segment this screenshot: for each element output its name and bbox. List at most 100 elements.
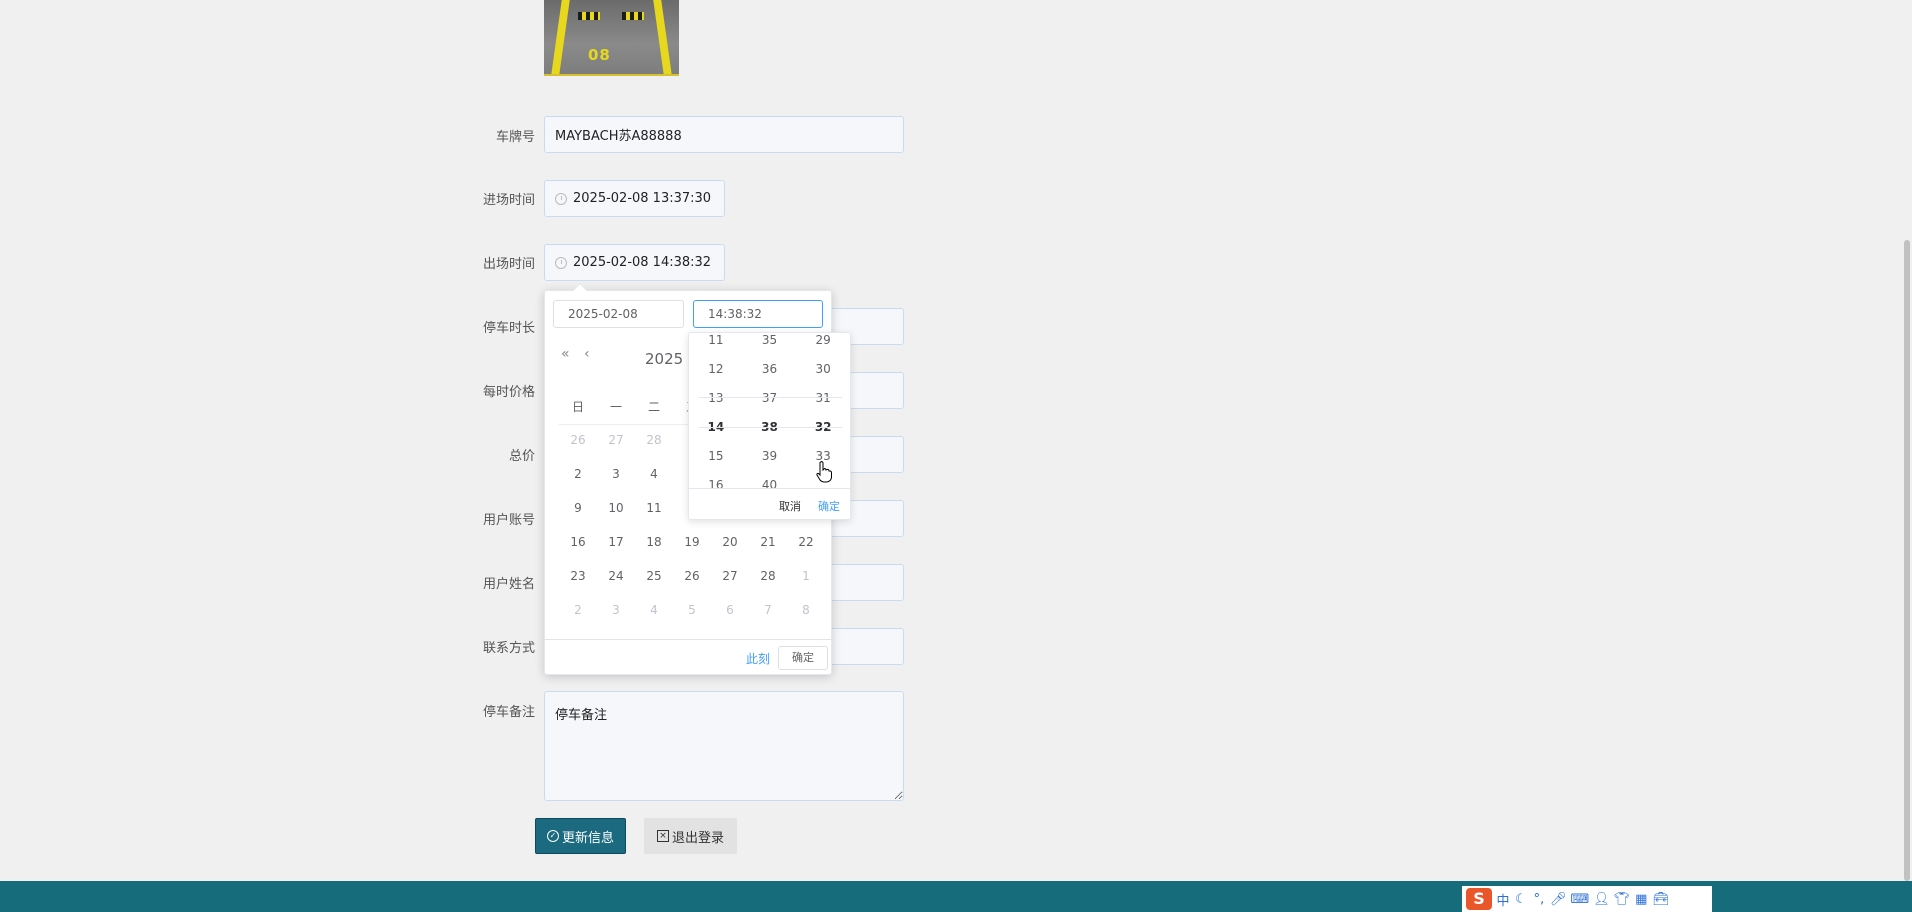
hour-column[interactable]: 11 12 13 14 15 16 <box>689 333 743 500</box>
plate-label: 车牌号 <box>495 130 535 145</box>
picker-time-input[interactable]: 14:38:32 <box>693 300 823 328</box>
calendar-day[interactable]: 6 <box>711 603 749 617</box>
calendar-day[interactable]: 3 <box>597 603 635 617</box>
calendar-day[interactable]: 11 <box>635 501 673 515</box>
now-link[interactable]: 此刻 <box>746 650 770 667</box>
calendar-day[interactable]: 2 <box>559 603 597 617</box>
calendar-day[interactable]: 7 <box>749 603 787 617</box>
calendar-day[interactable]: 26 <box>559 433 597 447</box>
calendar-day[interactable]: 9 <box>559 501 597 515</box>
update-info-label: 更新信息 <box>561 830 614 846</box>
calendar-day[interactable]: 16 <box>559 535 597 549</box>
scrollbar-thumb[interactable] <box>1904 240 1910 881</box>
prev-year-icon[interactable]: « <box>561 346 570 362</box>
minute-option[interactable]: 35 <box>762 333 777 355</box>
skin-icon[interactable]: 👕︎ <box>1614 892 1631 907</box>
calendar-week-row: 16 17 18 19 20 21 22 <box>559 525 825 559</box>
logout-label: 退出登录 <box>671 830 724 846</box>
calendar-day[interactable]: 19 <box>673 535 711 549</box>
picker-date-value: 2025-02-08 <box>568 307 638 321</box>
calendar-day[interactable]: 28 <box>635 433 673 447</box>
time-panel-footer: 取消 确定 <box>689 488 850 519</box>
second-option[interactable]: 29 <box>816 333 831 355</box>
page-scrollbar[interactable] <box>1902 0 1912 881</box>
calendar-day[interactable]: 20 <box>711 535 749 549</box>
ime-toolbar: S 中 ☾ °, 🎤︎ ⌨ 👤︎ 👕︎ ▦ 🧰︎ <box>1462 886 1712 912</box>
hour-option[interactable]: 15 <box>708 442 723 471</box>
calendar-day[interactable]: 5 <box>673 603 711 617</box>
calendar-day[interactable]: 4 <box>635 603 673 617</box>
calendar-day[interactable]: 25 <box>635 569 673 583</box>
check-circle-icon: ✓ <box>546 830 559 842</box>
entry-time-label: 进场时间 <box>482 193 535 208</box>
user-account-label: 用户账号 <box>482 513 535 528</box>
calendar-day[interactable]: 1 <box>787 569 825 583</box>
prev-month-icon[interactable]: ‹ <box>584 346 590 362</box>
second-option[interactable]: 30 <box>816 355 831 384</box>
calendar-day[interactable]: 3 <box>597 467 635 481</box>
microphone-icon[interactable]: 🎤︎ <box>1550 892 1567 907</box>
user-name-label: 用户姓名 <box>482 577 535 592</box>
toolbox-icon[interactable]: 🧰︎ <box>1652 892 1669 907</box>
hour-option[interactable]: 11 <box>708 333 723 355</box>
picker-confirm-button[interactable]: 确定 <box>778 646 828 670</box>
keyboard-icon[interactable]: ⌨ <box>1571 892 1590 907</box>
picker-arrow <box>572 282 588 298</box>
calendar-day[interactable]: 24 <box>597 569 635 583</box>
picker-date-input[interactable]: 2025-02-08 <box>553 300 684 328</box>
hour-option[interactable]: 12 <box>708 355 723 384</box>
calendar-week-row: 23 24 25 26 27 28 1 <box>559 559 825 593</box>
clock-icon <box>555 192 567 205</box>
calendar-day[interactable]: 22 <box>787 535 825 549</box>
parking-number: 08 <box>588 46 611 64</box>
calendar-day[interactable]: 27 <box>711 569 749 583</box>
minute-option[interactable]: 39 <box>762 442 777 471</box>
punctuation-icon[interactable]: °, <box>1532 892 1546 907</box>
hour-option[interactable]: 13 <box>708 384 723 413</box>
weekday-label: 二 <box>647 399 660 414</box>
ime-mode-toggle[interactable]: 中 <box>1496 890 1510 909</box>
grid-icon[interactable]: ▦ <box>1634 892 1648 907</box>
calendar-week-row: 2 3 4 5 6 7 8 <box>559 593 825 627</box>
clock-icon <box>555 256 567 269</box>
close-box-icon: × <box>656 830 669 842</box>
sogou-logo-icon[interactable]: S <box>1466 888 1492 910</box>
calendar-day[interactable]: 8 <box>787 603 825 617</box>
calendar-day[interactable]: 17 <box>597 535 635 549</box>
second-option[interactable]: 31 <box>816 384 831 413</box>
parking-note-textarea[interactable]: 停车备注 <box>544 691 904 801</box>
contact-label: 联系方式 <box>482 641 535 656</box>
calendar-day[interactable]: 27 <box>597 433 635 447</box>
entry-time-value: 2025-02-08 13:37:30 <box>573 191 712 206</box>
moon-icon[interactable]: ☾ <box>1514 892 1528 907</box>
picker-time-value: 14:38:32 <box>708 307 762 321</box>
exit-time-field[interactable]: 2025-02-08 14:38:32 <box>544 244 725 281</box>
calendar-day[interactable]: 4 <box>635 467 673 481</box>
exit-time-label: 出场时间 <box>482 257 535 272</box>
time-cancel-button[interactable]: 取消 <box>779 498 801 514</box>
calendar-day[interactable]: 18 <box>635 535 673 549</box>
wheel-stop-right <box>622 12 644 20</box>
user-icon[interactable]: 👤︎ <box>1593 892 1610 907</box>
time-spinner-panel: 11 12 13 14 15 16 35 36 37 38 39 40 29 3… <box>688 332 851 520</box>
plate-field[interactable]: MAYBACH苏A88888 <box>544 116 904 153</box>
minute-column[interactable]: 35 36 37 38 39 40 <box>743 333 797 500</box>
calendar-day[interactable]: 28 <box>749 569 787 583</box>
picker-footer: 此刻 确定 <box>545 639 831 675</box>
update-info-button[interactable]: ✓ 更新信息 <box>535 818 626 854</box>
entry-time-field[interactable]: 2025-02-08 13:37:30 <box>544 180 725 217</box>
calendar-day[interactable]: 26 <box>673 569 711 583</box>
calendar-day[interactable]: 23 <box>559 569 597 583</box>
calendar-day[interactable]: 10 <box>597 501 635 515</box>
wheel-stop-left <box>578 12 600 20</box>
calendar-day[interactable]: 21 <box>749 535 787 549</box>
hand-cursor-icon <box>816 461 832 483</box>
hourly-price-label: 每时价格 <box>482 385 535 400</box>
calendar-day[interactable]: 2 <box>559 467 597 481</box>
time-confirm-button[interactable]: 确定 <box>818 498 840 514</box>
parking-line-right <box>653 0 673 74</box>
minute-option[interactable]: 36 <box>762 355 777 384</box>
time-selection-line-top <box>699 397 842 398</box>
minute-option[interactable]: 37 <box>762 384 777 413</box>
logout-button[interactable]: × 退出登录 <box>644 818 737 854</box>
